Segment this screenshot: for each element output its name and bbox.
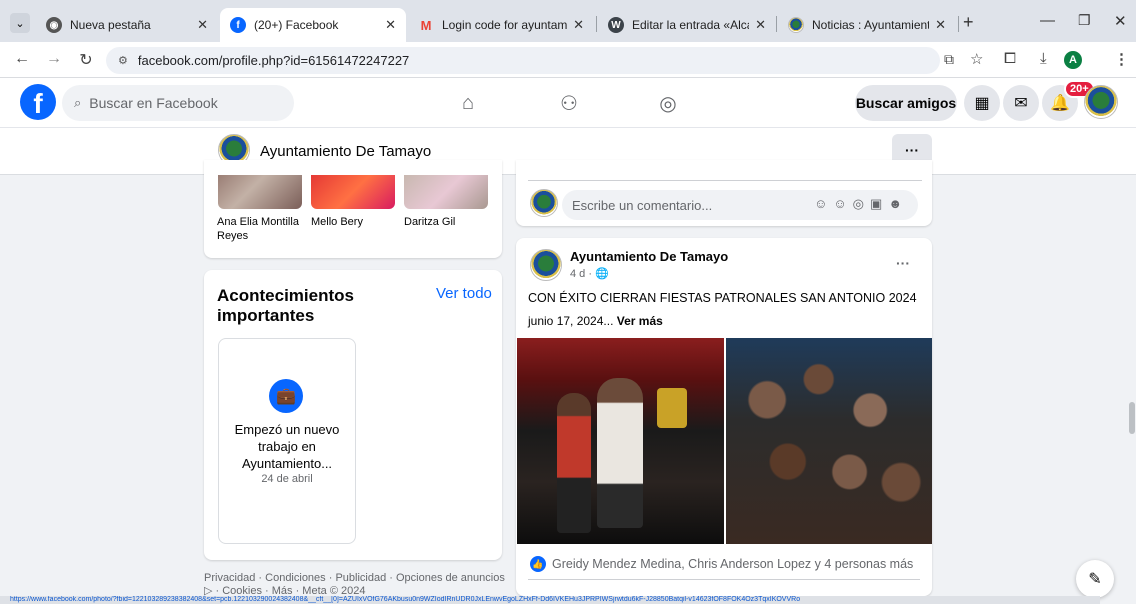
footer-links: Privacidad · Condiciones · Publicidad · …	[204, 572, 505, 597]
new-message-edit-icon[interactable]: ✎	[1076, 560, 1114, 598]
scrollbar-track[interactable]	[1126, 175, 1136, 596]
scrollbar-thumb[interactable]	[1129, 402, 1135, 434]
url-text: facebook.com/profile.php?id=615614722472…	[137, 53, 410, 68]
minimize-icon[interactable]: —	[1040, 12, 1055, 29]
post-author-avatar[interactable]	[530, 249, 562, 281]
reload-icon[interactable]: ↻	[76, 50, 96, 70]
close-tab-icon[interactable]: ✕	[197, 17, 208, 33]
chrome-icon: ◉	[46, 17, 62, 33]
cast-icon[interactable]: ⧉	[944, 51, 954, 68]
life-event-date: 24 de abril	[261, 473, 313, 485]
browser-toolbar: ← → ↻ ⚙ facebook.com/profile.php?id=6156…	[0, 42, 1136, 78]
divider	[528, 180, 922, 181]
tab-divider	[958, 16, 959, 32]
commenter-avatar[interactable]	[530, 189, 558, 217]
restore-icon[interactable]: ❐	[1078, 12, 1091, 29]
menu-grid-icon[interactable]: ▦	[964, 85, 1000, 121]
tab-wordpress[interactable]: W Editar la entrada «Alcaldesa ✕	[598, 8, 776, 42]
wordpress-icon: W	[608, 17, 624, 33]
facebook-header: f ⌕ Buscar en Facebook ⌂ ⚇ ◎ Buscar amig…	[0, 78, 1136, 128]
comment-input[interactable]: Escribe un comentario... ☺☺◎▣☻	[562, 190, 918, 220]
search-icon: ⌕	[74, 95, 82, 110]
tab-divider	[596, 16, 597, 32]
new-tab-button[interactable]: +	[963, 12, 974, 33]
like-icon: 👍	[530, 556, 546, 572]
site-info-icon[interactable]: ⚙	[118, 54, 128, 67]
close-tab-icon[interactable]: ✕	[935, 17, 946, 33]
tab-facebook[interactable]: f (20+) Facebook ✕	[220, 8, 406, 42]
browser-tab-strip: ⌄ ◉ Nueva pestaña ✕ f (20+) Facebook ✕ M…	[0, 0, 1136, 42]
life-events-heading: Acontecimientos importantes	[217, 286, 354, 325]
person-figure	[597, 378, 643, 528]
life-event-text: Empezó un nuevo trabajo en Ayuntamiento.…	[234, 422, 340, 471]
friend-name[interactable]: Ana Elia Montilla Reyes	[217, 215, 307, 243]
post-photo[interactable]	[517, 338, 724, 544]
friends-card: Ana Elia Montilla Reyes Mello Bery Darit…	[204, 160, 502, 258]
friends-icon[interactable]: ⚇	[556, 90, 582, 116]
address-bar[interactable]: ⚙ facebook.com/profile.php?id=6156147224…	[106, 47, 940, 74]
tab-noticias[interactable]: Noticias : Ayuntamiento de ✕	[778, 8, 956, 42]
close-tab-icon[interactable]: ✕	[573, 17, 584, 33]
extensions-icon[interactable]: ⧠	[1004, 50, 1016, 67]
download-icon[interactable]: ⤓	[1040, 50, 1047, 67]
close-tab-icon[interactable]: ✕	[385, 17, 396, 33]
briefcase-icon: 💼	[269, 379, 303, 413]
messenger-icon[interactable]: ✉	[1003, 85, 1039, 121]
tab-new-tab[interactable]: ◉ Nueva pestaña ✕	[36, 8, 218, 42]
gmail-icon: M	[420, 17, 432, 33]
friend-photo[interactable]	[311, 175, 395, 209]
post-timestamp[interactable]: 4 d · 🌐	[570, 267, 609, 280]
tab-divider	[776, 16, 777, 32]
see-all-link[interactable]: Ver todo	[436, 285, 492, 302]
bookmark-star-icon[interactable]: ☆	[970, 50, 983, 68]
stage-light	[657, 388, 687, 428]
close-window-icon[interactable]: ✕	[1114, 12, 1127, 30]
search-input[interactable]: ⌕ Buscar en Facebook	[62, 85, 294, 121]
post-date-line: junio 17, 2024... Ver más	[528, 314, 663, 328]
see-more-link[interactable]: Ver más	[617, 314, 663, 328]
profile-avatar[interactable]: A	[1064, 51, 1082, 69]
friend-photo[interactable]	[404, 175, 488, 209]
menu-kebab-icon[interactable]: ⋮	[1114, 50, 1129, 68]
forward-icon[interactable]: →	[44, 50, 64, 68]
profile-name[interactable]: Ayuntamiento De Tamayo	[260, 143, 431, 160]
close-tab-icon[interactable]: ✕	[755, 17, 766, 33]
divider	[528, 579, 920, 580]
life-event-item[interactable]: 💼 Empezó un nuevo trabajo en Ayuntamient…	[218, 338, 356, 544]
post-text: CON ÉXITO CIERRAN FIESTAS PATRONALES SAN…	[528, 291, 917, 305]
friend-name[interactable]: Daritza Gil	[404, 215, 494, 229]
ayuntamiento-seal-icon	[788, 17, 804, 33]
find-friends-button[interactable]: Buscar amigos	[855, 85, 957, 121]
home-icon[interactable]: ⌂	[455, 90, 481, 116]
comment-tools-icons[interactable]: ☺☺◎▣☻	[814, 196, 908, 212]
tab-gmail[interactable]: M Login code for ayuntamient ✕	[408, 8, 594, 42]
friend-name[interactable]: Mello Bery	[311, 215, 401, 229]
post-reactions[interactable]: 👍 Greidy Mendez Medina, Chris Anderson L…	[530, 556, 913, 572]
facebook-icon: f	[230, 17, 246, 33]
post-photo[interactable]	[726, 338, 932, 544]
friend-photo[interactable]	[218, 175, 302, 209]
post-options-button[interactable]: ···	[896, 255, 910, 271]
tab-search-button[interactable]: ⌄	[10, 13, 30, 33]
back-icon[interactable]: ←	[12, 50, 32, 68]
facebook-logo[interactable]: f	[20, 84, 56, 120]
person-figure	[557, 393, 591, 533]
status-bar-url: https://www.facebook.com/photo/?fbid=122…	[0, 596, 1100, 604]
post-author-name[interactable]: Ayuntamiento De Tamayo	[570, 249, 728, 264]
groups-icon[interactable]: ◎	[655, 90, 681, 116]
globe-icon: 🌐	[595, 268, 609, 280]
account-avatar[interactable]	[1084, 85, 1118, 119]
